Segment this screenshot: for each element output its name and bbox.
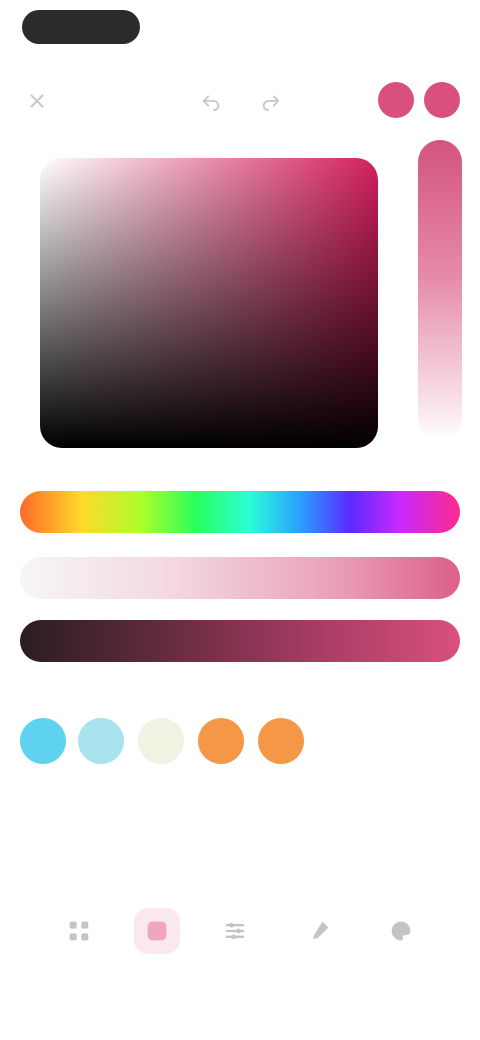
tab-eyedropper[interactable] [296,908,342,954]
recent-color-swatch[interactable] [198,718,244,764]
close-icon[interactable] [24,88,50,114]
tab-grid[interactable] [56,908,102,954]
sliders-icon [221,917,249,945]
tint-slider[interactable] [418,140,462,440]
tab-sliders[interactable] [212,908,258,954]
tab-spectrum[interactable] [134,908,180,954]
redo-icon[interactable] [258,88,284,114]
saturation-brightness-picker[interactable] [40,158,378,448]
grid-icon [65,917,93,945]
recent-color-swatch[interactable] [78,718,124,764]
shade-slider[interactable] [20,620,460,662]
previous-color-swatch[interactable] [378,82,414,118]
current-color-swatch[interactable] [424,82,460,118]
recent-color-swatch[interactable] [20,718,66,764]
palette-icon [387,917,415,945]
undo-icon[interactable] [198,88,224,114]
hue-slider[interactable] [20,491,460,533]
recent-color-swatch[interactable] [258,718,304,764]
spectrum-icon [143,917,171,945]
recent-color-swatch[interactable] [138,718,184,764]
opacity-slider[interactable] [20,557,460,599]
tab-palette[interactable] [378,908,424,954]
status-pill [22,10,140,44]
eyedropper-icon [305,917,333,945]
